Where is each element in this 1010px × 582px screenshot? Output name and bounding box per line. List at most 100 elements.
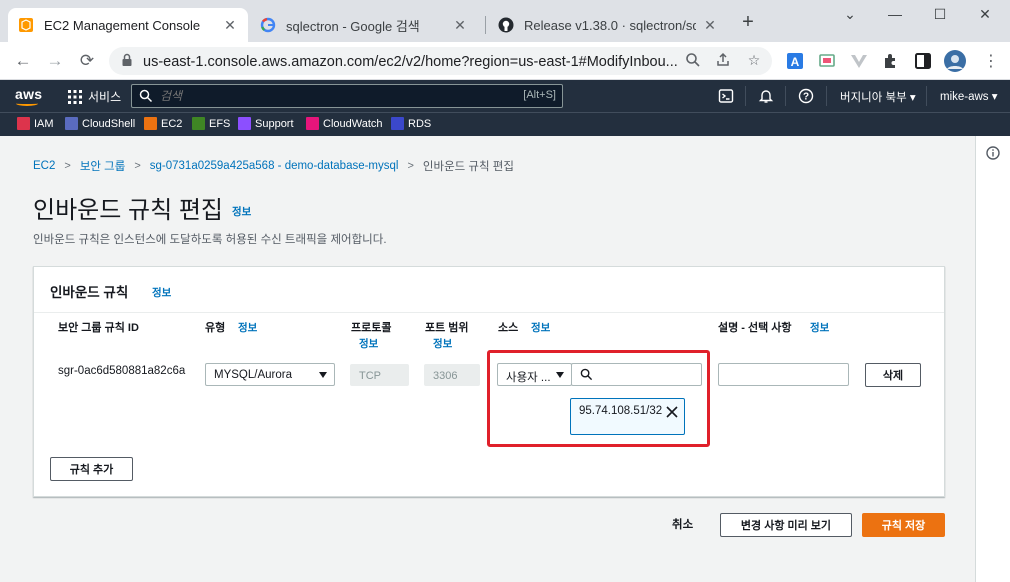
tab-ec2-console[interactable]: EC2 Management Console ✕ <box>8 8 248 42</box>
help-question-icon[interactable]: ? <box>798 88 814 104</box>
extensions-puzzle-icon[interactable] <box>882 52 900 70</box>
favorite-cloudshell[interactable]: CloudShell <box>65 117 135 130</box>
bookmark-star-icon[interactable]: ☆ <box>745 52 763 70</box>
aws-search-box[interactable]: [Alt+S] <box>131 84 563 108</box>
column-header-rule-id: 보안 그룹 규칙 ID <box>58 322 139 334</box>
aws-logo[interactable]: aws <box>15 86 42 106</box>
help-panel-rail <box>975 136 1010 582</box>
search-icon <box>139 89 153 106</box>
type-info-link[interactable]: 정보 <box>238 320 257 335</box>
port-range-info-link[interactable]: 정보 <box>433 336 452 351</box>
breadcrumb-separator-icon: > <box>134 160 141 172</box>
favorite-cloudwatch[interactable]: CloudWatch <box>306 117 383 130</box>
tab-title: Release v1.38.0 · sqlectron/sqlectron <box>524 17 696 33</box>
close-tab-icon[interactable]: ✕ <box>452 17 468 34</box>
new-tab-button[interactable]: + <box>738 12 758 33</box>
notifications-bell-icon[interactable] <box>758 88 774 104</box>
profile-avatar[interactable] <box>944 50 966 72</box>
add-rule-button[interactable]: 규칙 추가 <box>50 457 133 481</box>
favorite-ec2[interactable]: EC2 <box>144 117 182 130</box>
header-divider <box>785 86 786 106</box>
svg-text:?: ? <box>803 92 809 103</box>
reload-icon[interactable]: ⟳ <box>76 50 98 72</box>
breadcrumb-current: 인바운드 규칙 편집 <box>422 161 514 173</box>
protocol-field: TCP <box>350 364 409 386</box>
rule-id-value: sgr-0ac6d580881a82c6a <box>58 365 186 377</box>
info-circle-icon[interactable] <box>986 146 1000 163</box>
breadcrumb-separator-icon: > <box>64 160 71 172</box>
favorite-rds[interactable]: RDS <box>391 117 431 130</box>
page-title: 인바운드 규칙 편집 <box>33 197 223 224</box>
tab-search-icon[interactable]: ⌄ <box>835 6 865 26</box>
column-header-port-range: 포트 범위 <box>425 322 469 334</box>
column-header-description: 설명 - 선택 사항 <box>718 322 792 334</box>
header-divider <box>926 86 927 106</box>
browser-menu-icon[interactable]: ⋮ <box>982 51 1000 70</box>
tab-title: EC2 Management Console <box>44 17 201 33</box>
rds-service-icon <box>391 117 404 130</box>
cloudwatch-service-icon <box>306 117 319 130</box>
tab-separator <box>485 16 486 34</box>
region-selector[interactable]: 버지니아 북부 ▾ <box>840 89 916 105</box>
page-description: 인바운드 규칙은 인스턴스에 도달하도록 허용된 수신 트래픽을 제어합니다. <box>33 234 387 246</box>
source-cidr-token: 95.74.108.51/32 <box>570 398 685 435</box>
vue-devtools-icon[interactable] <box>850 52 868 70</box>
favorite-iam[interactable]: IAM <box>17 117 54 130</box>
close-tab-icon[interactable]: ✕ <box>702 17 718 34</box>
services-label: 서비스 <box>88 90 122 104</box>
favorite-support[interactable]: Support <box>238 117 294 130</box>
services-menu[interactable]: 서비스 <box>68 88 121 105</box>
translate-extension-icon[interactable]: A <box>786 52 804 70</box>
account-menu[interactable]: mike-aws ▾ <box>940 89 998 103</box>
zoom-search-icon[interactable] <box>684 52 702 70</box>
svg-text:A: A <box>791 55 800 69</box>
tab-title: sqlectron - Google 검색 <box>286 18 420 34</box>
breadcrumb-ec2[interactable]: EC2 <box>33 160 55 172</box>
breadcrumb-security-groups[interactable]: 보안 그룹 <box>80 158 126 174</box>
description-input[interactable] <box>718 363 849 386</box>
protocol-value: TCP <box>359 370 381 382</box>
header-divider <box>745 86 746 106</box>
panel-info-link[interactable]: 정보 <box>152 285 171 300</box>
minimize-button[interactable]: — <box>880 6 910 26</box>
remove-token-close-icon[interactable] <box>666 406 678 418</box>
favorites-bar: IAM CloudShell EC2 EFS Support CloudWatc… <box>0 112 1010 136</box>
tab-github-release[interactable]: Release v1.38.0 · sqlectron/sqlectron ✕ <box>488 8 728 42</box>
breadcrumb: EC2 > 보안 그룹 > sg-0731a0259a425a568 - dem… <box>33 158 514 174</box>
close-window-button[interactable]: ✕ <box>970 6 1000 26</box>
breadcrumb-separator-icon: > <box>407 160 414 172</box>
source-cidr-token-value: 95.74.108.51/32 <box>579 405 663 417</box>
port-range-field: 3306 <box>424 364 480 386</box>
forward-arrow-icon[interactable]: → <box>44 50 66 72</box>
preview-changes-button[interactable]: 변경 사항 미리 보기 <box>720 513 852 537</box>
caret-down-icon <box>319 372 327 378</box>
efs-service-icon <box>192 117 205 130</box>
delete-rule-button[interactable]: 삭제 <box>865 363 921 387</box>
save-rules-button[interactable]: 규칙 저장 <box>862 513 945 537</box>
description-info-link[interactable]: 정보 <box>810 320 829 335</box>
panel-header: 인바운드 규칙 정보 <box>34 267 944 313</box>
breadcrumb-security-group[interactable]: sg-0731a0259a425a568 - demo-database-mys… <box>150 160 399 172</box>
aws-top-nav: aws 서비스 [Alt+S] ? 버지니아 북부 ▾ mike-aws ▾ <box>0 80 1010 112</box>
search-shortcut-hint: [Alt+S] <box>523 89 556 101</box>
tab-google-search[interactable]: sqlectron - Google 검색 ✕ <box>250 8 478 42</box>
share-icon[interactable] <box>714 52 732 70</box>
cancel-button[interactable]: 취소 <box>672 516 693 532</box>
protocol-info-link[interactable]: 정보 <box>359 336 378 351</box>
rule-type-value: MYSQL/Aurora <box>214 369 292 381</box>
cloudshell-terminal-icon[interactable] <box>718 88 734 104</box>
close-tab-icon[interactable]: ✕ <box>222 17 238 34</box>
favorite-efs[interactable]: EFS <box>192 117 230 130</box>
address-bar[interactable]: us-east-1.console.aws.amazon.com/ec2/v2/… <box>109 47 772 75</box>
side-panel-icon[interactable] <box>914 52 932 70</box>
url-text: us-east-1.console.aws.amazon.com/ec2/v2/… <box>143 54 678 70</box>
ec2-service-icon <box>144 117 157 130</box>
source-info-link[interactable]: 정보 <box>531 320 550 335</box>
maximize-button[interactable]: ☐ <box>925 6 955 26</box>
back-arrow-icon[interactable]: ← <box>12 50 34 72</box>
google-g-icon <box>260 17 276 33</box>
page-info-link[interactable]: 정보 <box>232 204 251 219</box>
rule-type-select[interactable]: MYSQL/Aurora <box>205 363 335 386</box>
aws-search-input[interactable] <box>160 87 460 105</box>
screenshot-extension-icon[interactable] <box>818 52 836 70</box>
